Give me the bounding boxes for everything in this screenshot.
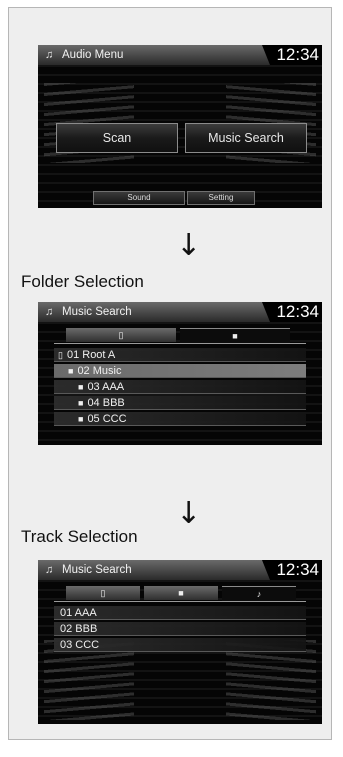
folder-selection-screen: ♫ Music Search 12:34 ▯ ■ ▯ 01 Root A ■ 02 …: [38, 302, 322, 445]
item-label: 02 Music: [77, 365, 122, 377]
tab-track[interactable]: ♪: [222, 586, 296, 601]
list-item[interactable]: ■ 03 AAA: [54, 380, 306, 394]
background-lines: [226, 640, 316, 720]
tab-folder[interactable]: ■: [144, 586, 218, 600]
clock: 12:34: [262, 45, 322, 65]
title-bar: ♫ Music Search 12:34: [38, 560, 322, 580]
folder-selection-caption: Folder Selection: [21, 272, 144, 291]
screen-title: Music Search: [62, 564, 132, 576]
device-icon: ▯: [100, 588, 106, 598]
clock: 12:34: [262, 560, 322, 580]
item-label: 03 AAA: [87, 381, 125, 393]
clock: 12:34: [262, 302, 322, 322]
screen-title: Music Search: [62, 306, 132, 318]
screen-title: Audio Menu: [62, 49, 124, 61]
track-label: 01 AAA: [60, 607, 97, 619]
item-label: 05 CCC: [87, 413, 127, 425]
title-bar: ♫ Music Search 12:34: [38, 302, 322, 322]
track-label: 03 CCC: [60, 639, 100, 651]
title-bar: ♫ Audio Menu 12:34: [38, 45, 322, 65]
list-item[interactable]: ▯ 01 Root A: [54, 348, 306, 362]
tab-divider: [54, 601, 306, 602]
folder-icon: ■: [232, 331, 238, 341]
music-search-button[interactable]: Music Search: [185, 123, 307, 153]
list-item-selected[interactable]: ■ 02 Music: [54, 364, 306, 378]
tab-divider: [54, 343, 306, 344]
audio-menu-screen: ♫ Audio Menu 12:34 Scan Music Search Sou…: [38, 45, 322, 208]
music-note-icon: ♪: [256, 589, 262, 599]
list-item[interactable]: ■ 04 BBB: [54, 396, 306, 410]
folder-icon: ■: [78, 382, 84, 392]
background-lines: [44, 640, 134, 720]
item-label: 01 Root A: [66, 349, 116, 361]
device-icon: ▯: [58, 350, 63, 360]
down-arrow-icon: ↓: [176, 496, 202, 531]
music-note-icon: ♫: [45, 306, 54, 318]
item-label: 04 BBB: [87, 397, 125, 409]
device-icon: ▯: [118, 330, 124, 340]
folder-icon: ■: [68, 366, 74, 376]
scan-button[interactable]: Scan: [56, 123, 178, 153]
down-arrow-icon: ↓: [176, 228, 202, 263]
folder-icon: ■: [78, 398, 84, 408]
tab-device[interactable]: ▯: [66, 328, 176, 342]
tab-folder[interactable]: ■: [180, 328, 290, 343]
list-item[interactable]: 03 CCC: [54, 638, 306, 652]
list-item[interactable]: 02 BBB: [54, 622, 306, 636]
folder-icon: ■: [78, 414, 84, 424]
track-selection-caption: Track Selection: [21, 527, 138, 546]
music-note-icon: ♫: [45, 564, 54, 576]
music-note-icon: ♫: [45, 49, 54, 61]
list-item[interactable]: 01 AAA: [54, 606, 306, 620]
list-item[interactable]: ■ 05 CCC: [54, 412, 306, 426]
tab-device[interactable]: ▯: [66, 586, 140, 600]
folder-icon: ■: [178, 588, 184, 598]
setting-button[interactable]: Setting: [187, 191, 255, 205]
sound-button[interactable]: Sound: [93, 191, 185, 205]
track-selection-screen: ♫ Music Search 12:34 ▯ ■ ♪ 01 AAA 02 BBB…: [38, 560, 322, 724]
track-label: 02 BBB: [60, 623, 98, 635]
